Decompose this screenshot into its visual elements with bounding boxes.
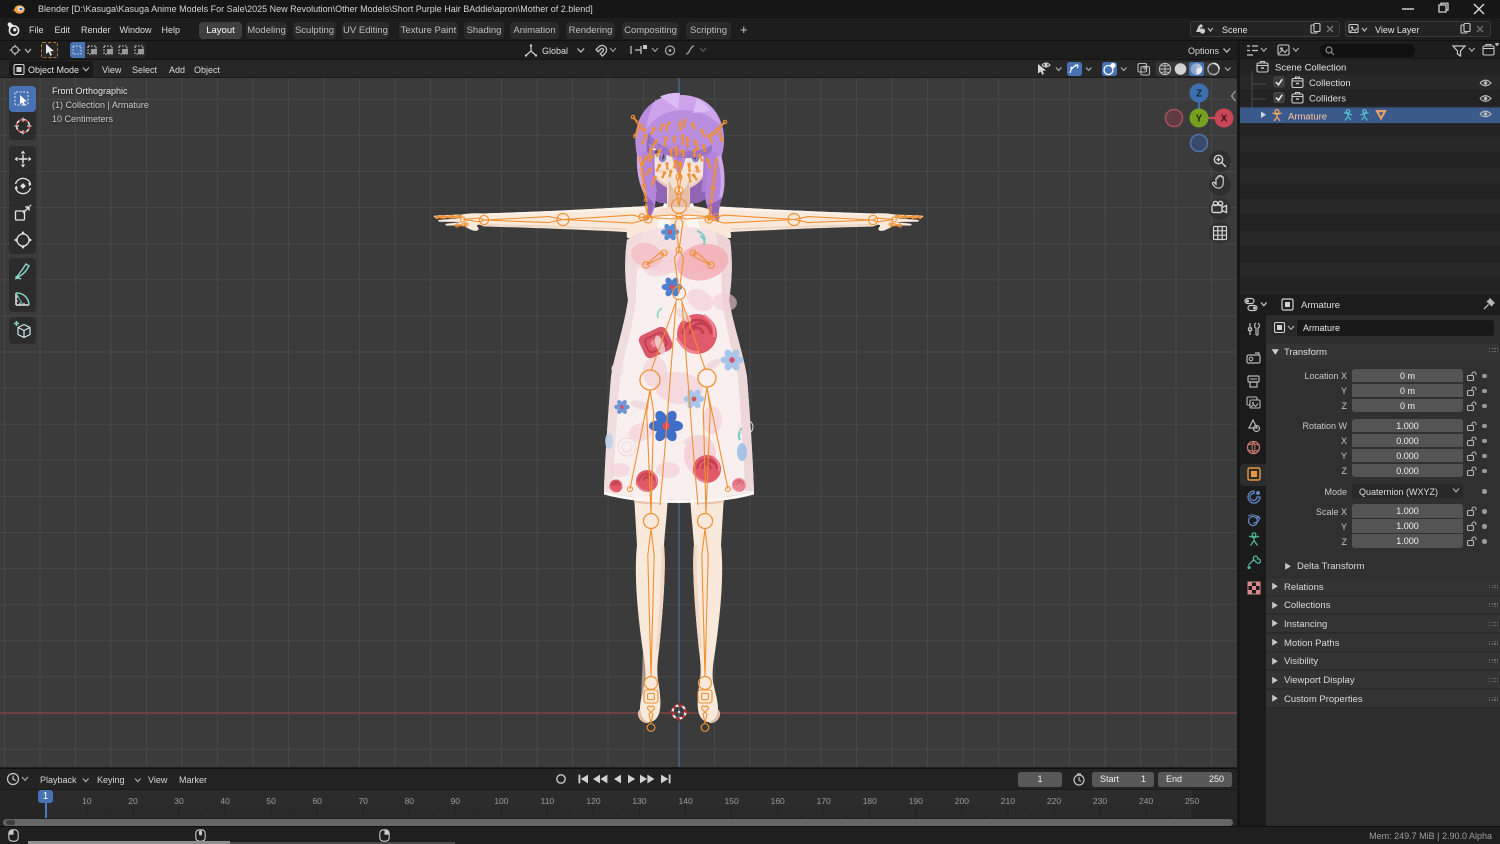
svg-text:Armature: Armature — [1301, 300, 1340, 311]
svg-text:Colliders: Colliders — [1309, 94, 1346, 105]
svg-text:Armature: Armature — [1288, 112, 1327, 123]
svg-text:Collection: Collection — [1309, 78, 1351, 89]
svg-text:Scene Collection: Scene Collection — [1275, 63, 1346, 74]
